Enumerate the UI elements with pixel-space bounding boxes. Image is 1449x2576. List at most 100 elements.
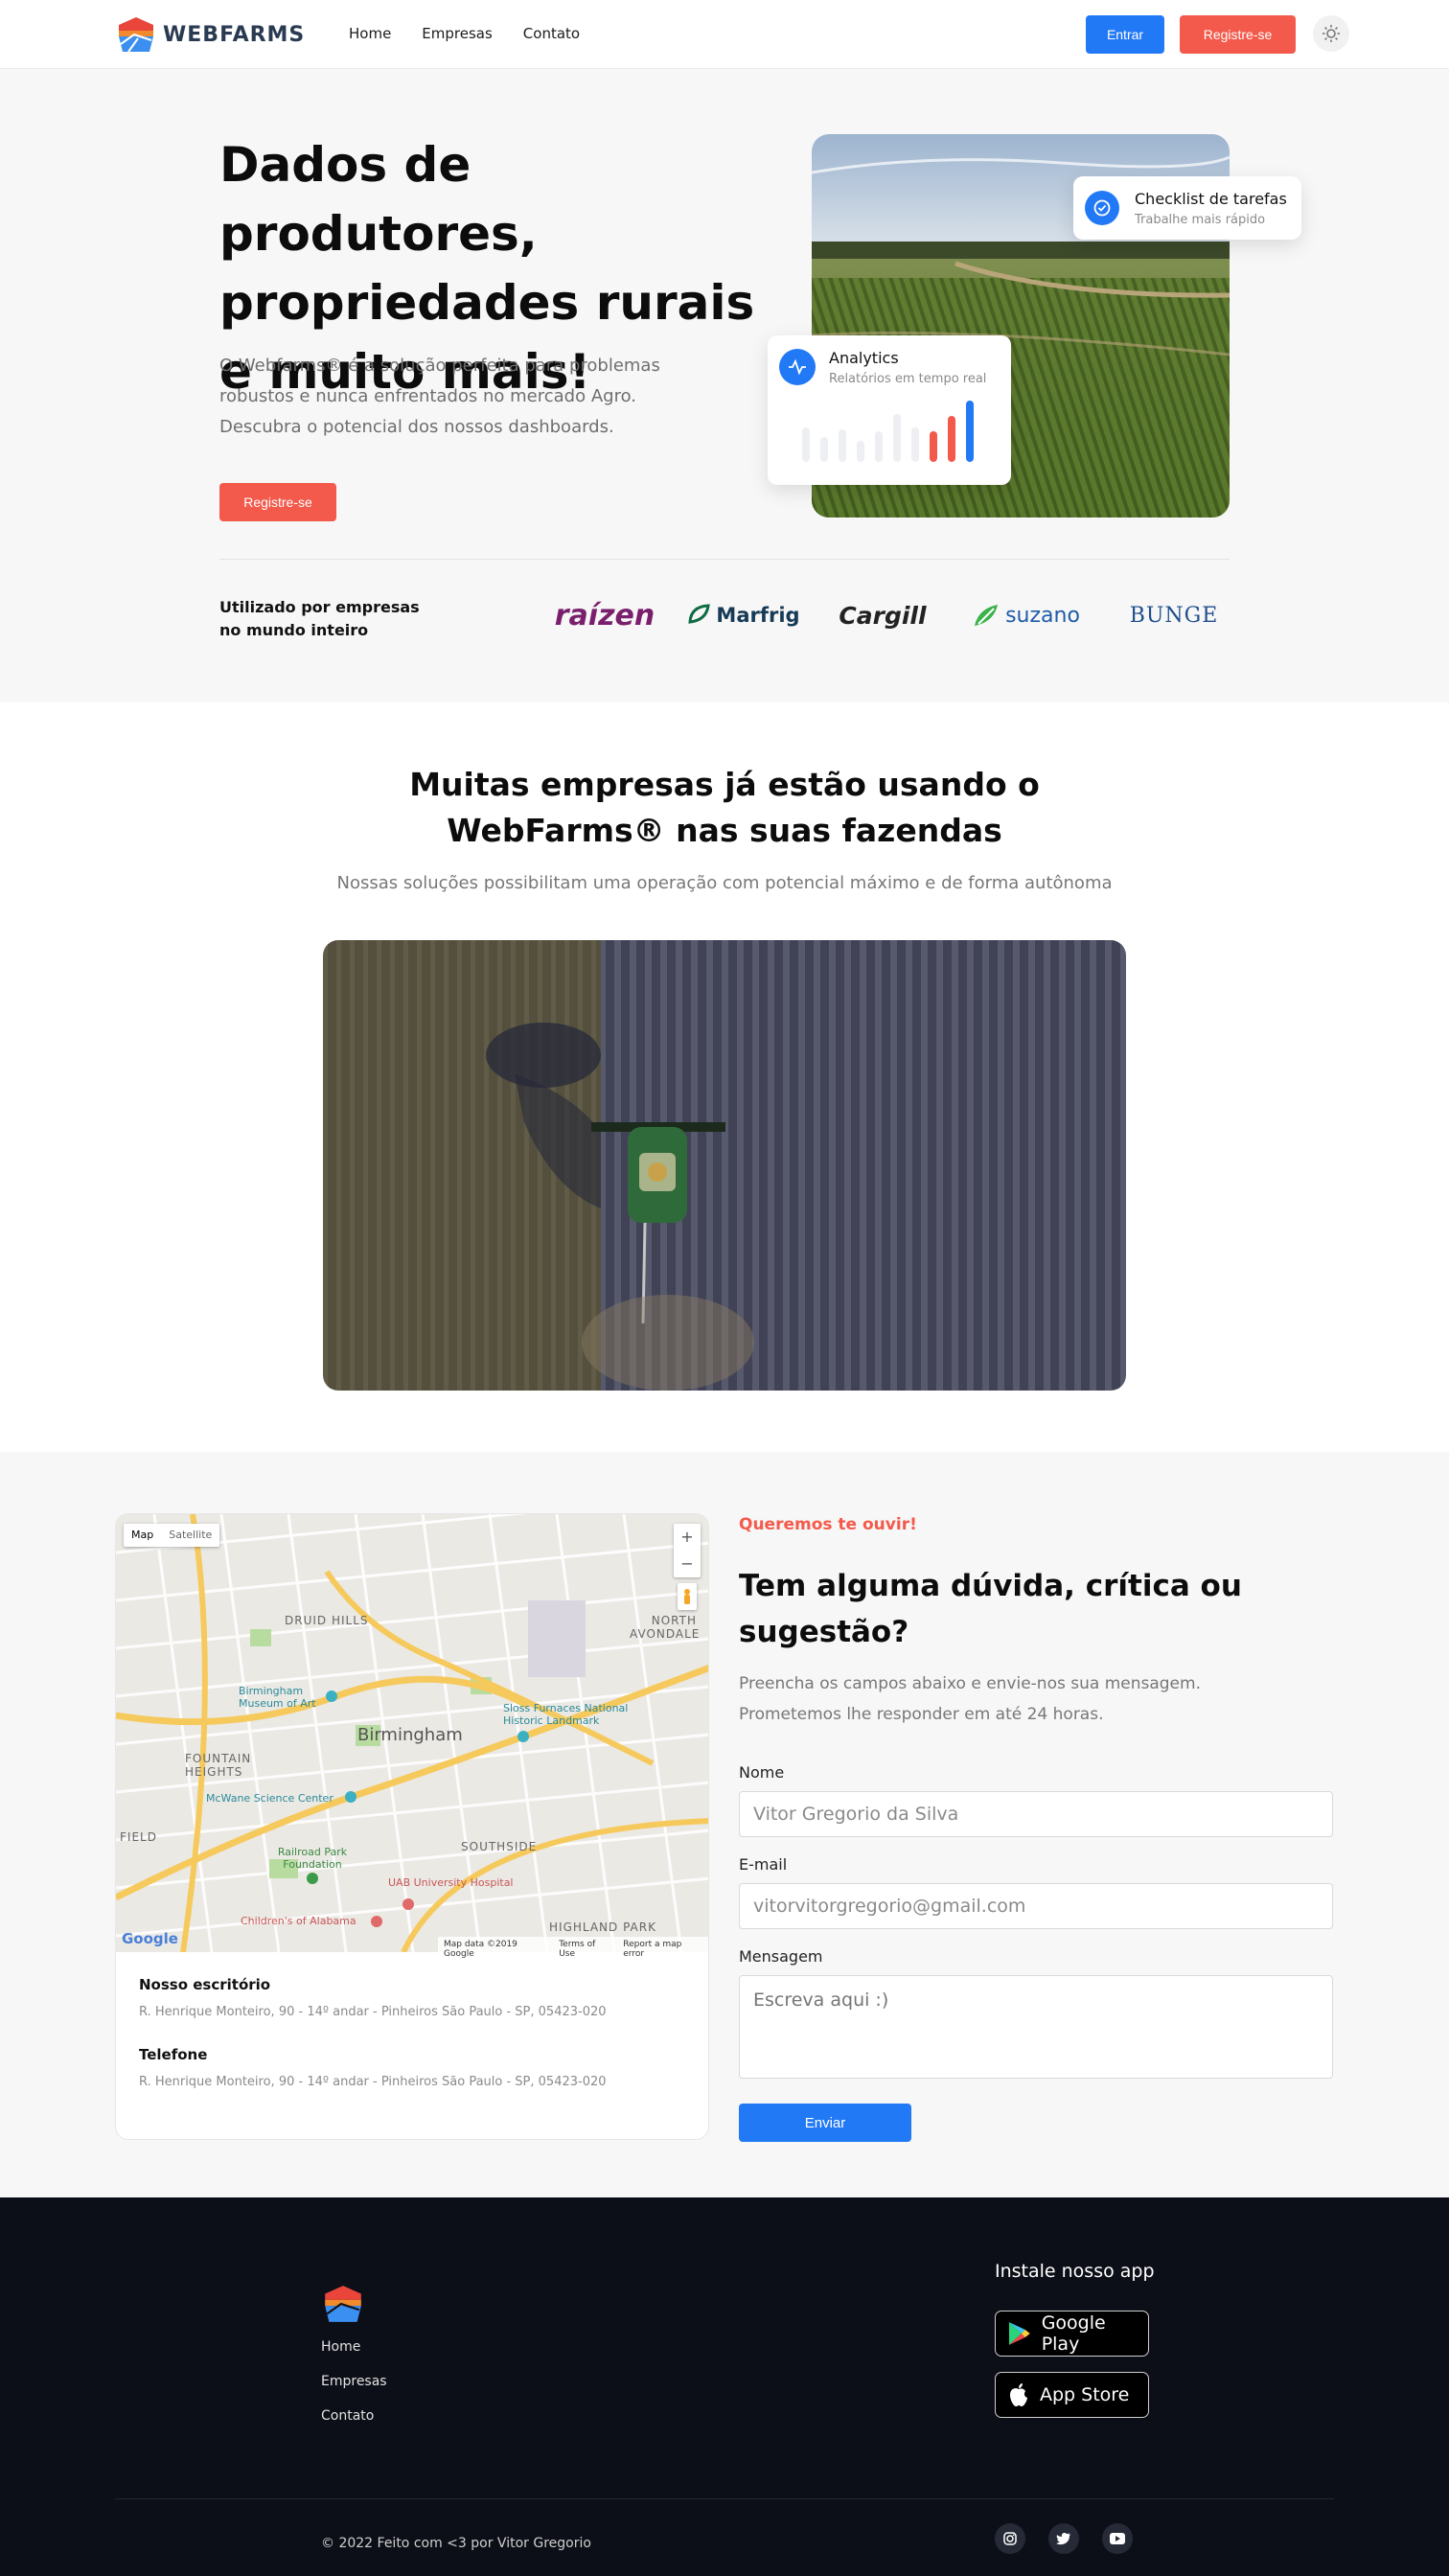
map-label-sloss: Sloss Furnaces National Historic Landmar… — [503, 1702, 629, 1727]
map-label-southside: SOUTHSIDE — [461, 1840, 538, 1853]
brand-bunge-logo: BUNGE — [1117, 586, 1230, 644]
nav-link-empresas[interactable]: Empresas — [422, 25, 493, 42]
sun-icon — [1322, 25, 1340, 42]
google-map[interactable]: Map Satellite + − Birmingham DRUID HILLS… — [116, 1514, 708, 1959]
marfrig-leaf-icon — [688, 604, 711, 624]
map-label-field: FIELD — [120, 1830, 157, 1844]
used-by-text: Utilizado por empresas no mundo inteiro — [219, 598, 420, 639]
checklist-subtitle: Trabalhe mais rápido — [1135, 213, 1266, 227]
brand-marfrig-logo: Marfrig — [686, 586, 801, 644]
top-navbar: WEBFARMS Home Empresas Contato Entrar Re… — [0, 0, 1449, 69]
youtube-icon[interactable] — [1102, 2523, 1133, 2554]
logo[interactable]: WEBFARMS — [115, 15, 305, 54]
map-label-north-avondale: NORTH AVONDALE — [630, 1614, 701, 1641]
checklist-title: Checklist de tarefas — [1135, 190, 1287, 208]
checklist-card: Checklist de tarefas Trabalhe mais rápid… — [1073, 176, 1301, 240]
contact-section: Map Satellite + − Birmingham DRUID HILLS… — [0, 1452, 1449, 2197]
message-label: Mensagem — [739, 1947, 823, 1966]
name-field[interactable] — [739, 1791, 1333, 1837]
satellite-tab[interactable]: Satellite — [161, 1524, 219, 1547]
map-label-fountain-heights: FOUNTAIN HEIGHTS — [185, 1752, 252, 1779]
logo-text: WEBFARMS — [163, 22, 306, 47]
analytics-title: Analytics — [829, 349, 899, 367]
check-circle-icon — [1085, 191, 1119, 225]
instagram-icon[interactable] — [995, 2523, 1025, 2554]
brand-cargill-text: Cargill — [839, 601, 927, 630]
map-attribution-bar: Map data ©2019 Google Terms of Use Repor… — [438, 1937, 708, 1959]
register-button[interactable]: Registre-se — [1180, 15, 1296, 54]
phone-title: Telefone — [139, 2046, 208, 2063]
footer: Home Empresas Contato Instale nosso app … — [0, 2197, 1449, 2576]
login-button[interactable]: Entrar — [1086, 15, 1164, 54]
email-field[interactable] — [739, 1883, 1333, 1929]
nav-links: Home Empresas Contato — [349, 25, 580, 42]
google-play-button[interactable]: Google Play — [995, 2311, 1149, 2357]
harvester-aerial-image — [323, 940, 1126, 1391]
footer-link-contato[interactable]: Contato — [321, 2408, 387, 2424]
zoom-in-button[interactable]: + — [674, 1524, 701, 1551]
office-address: R. Henrique Monteiro, 90 - 14º andar - P… — [139, 2005, 607, 2019]
map-report-link[interactable]: Report a map error — [623, 1940, 704, 1959]
brand-raizen-logo: raízen — [552, 586, 657, 644]
brand-suzano-logo: suzano — [964, 586, 1089, 644]
map-terms-link[interactable]: Terms of Use — [559, 1940, 613, 1959]
office-title: Nosso escritório — [139, 1976, 271, 1993]
analytics-subtitle: Relatórios em tempo real — [829, 372, 987, 386]
map-zoom-control: + − — [674, 1524, 701, 1577]
nav-link-contato[interactable]: Contato — [523, 25, 580, 42]
message-field[interactable] — [739, 1975, 1333, 2079]
map-type-control: Map Satellite — [124, 1524, 220, 1547]
map-attribution: Map data ©2019 Google — [444, 1940, 518, 1959]
brand-logos: raízen Marfrig Cargill suzano BUNGE — [552, 586, 1230, 644]
footer-link-home[interactable]: Home — [321, 2339, 387, 2355]
pegman-icon[interactable] — [678, 1583, 697, 1610]
pulse-icon — [779, 349, 816, 385]
brand-cargill-logo: Cargill — [830, 586, 935, 644]
hero-divider — [219, 559, 1230, 560]
analytics-card: Analytics Relatórios em tempo real — [768, 335, 1011, 485]
showcase-subtitle: Nossas soluções possibilitam uma operaçã… — [336, 873, 1113, 893]
footer-divider — [115, 2498, 1334, 2499]
zoom-out-button[interactable]: − — [674, 1551, 701, 1577]
map-label-museum: Birmingham Museum of Art — [239, 1685, 316, 1710]
map-tab[interactable]: Map — [124, 1524, 161, 1547]
apple-icon — [1010, 2383, 1027, 2406]
app-store-label: App Store — [1040, 2384, 1130, 2405]
phone-value: R. Henrique Monteiro, 90 - 14º andar - P… — [139, 2075, 607, 2089]
hero-register-button[interactable]: Registre-se — [219, 483, 336, 521]
nav-link-home[interactable]: Home — [349, 25, 391, 42]
office-card: Map Satellite + − Birmingham DRUID HILLS… — [115, 1513, 709, 2140]
send-button[interactable]: Enviar — [739, 2104, 911, 2142]
footer-logo-icon[interactable] — [321, 2284, 365, 2324]
contact-title: Tem alguma dúvida, crítica ou sugestão? — [739, 1569, 1242, 1649]
hero-section: Dados de produtores, propriedades rurais… — [0, 69, 1449, 702]
twitter-icon[interactable] — [1048, 2523, 1079, 2554]
copyright-text: © 2022 Feito com <3 por Vitor Gregorio — [321, 2536, 591, 2551]
brand-bunge-text: BUNGE — [1129, 603, 1219, 628]
brand-raizen-text: raízen — [554, 598, 656, 632]
map-label-druid-hills: DRUID HILLS — [285, 1614, 369, 1627]
email-label: E-mail — [739, 1855, 788, 1874]
map-label-childrens: Children's of Alabama — [241, 1915, 356, 1927]
showcase-title: Muitas empresas já estão usando o WebFar… — [409, 766, 1040, 849]
brand-marfrig-text: Marfrig — [716, 604, 800, 627]
footer-links: Home Empresas Contato — [321, 2339, 387, 2443]
map-label-highland-park: HIGHLAND PARK — [549, 1920, 656, 1934]
brand-suzano-text: suzano — [1005, 603, 1080, 628]
theme-toggle[interactable] — [1313, 15, 1349, 52]
app-install-title: Instale nosso app — [995, 2261, 1155, 2282]
map-label-railroad: Railroad Park Foundation — [277, 1846, 348, 1871]
contact-description: Preencha os campos abaixo e envie-nos su… — [739, 1674, 1201, 1724]
google-logo: Google — [122, 1930, 178, 1947]
webfarms-logo-icon — [119, 17, 153, 53]
suzano-leaf-icon — [975, 605, 999, 626]
app-store-button[interactable]: App Store — [995, 2372, 1149, 2418]
showcase-section: Muitas empresas já estão usando o WebFar… — [0, 702, 1449, 1452]
google-play-label: Google Play — [1041, 2312, 1106, 2355]
hero-description: O Webfarms® é a solução perfeita para pr… — [219, 356, 660, 437]
map-label-mcwane: McWane Science Center — [206, 1792, 334, 1805]
analytics-mini-chart — [802, 401, 974, 462]
google-play-icon — [1008, 2322, 1030, 2345]
map-city-label: Birmingham — [357, 1725, 463, 1745]
footer-link-empresas[interactable]: Empresas — [321, 2374, 387, 2389]
